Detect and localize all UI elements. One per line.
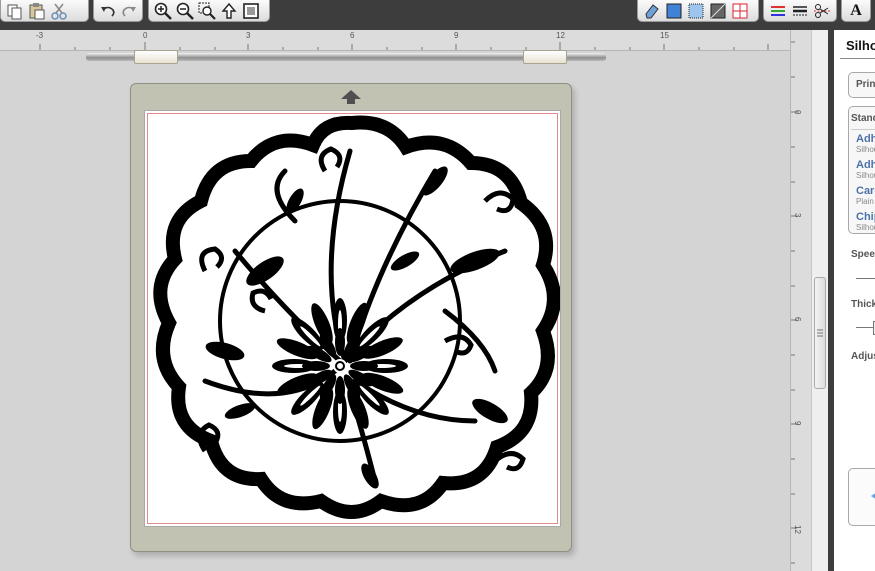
ruler-label: 3 <box>793 213 802 218</box>
speed-slider[interactable] <box>856 278 875 279</box>
text-group: A <box>841 0 871 22</box>
material-item[interactable]: Cardstock Plain <box>849 185 875 209</box>
view-group <box>637 0 759 22</box>
material-sub: Silhouette <box>856 171 875 180</box>
ruler-label: -3 <box>36 31 44 40</box>
ruler-label: 15 <box>660 31 669 40</box>
ruler-label: 3 <box>246 31 251 40</box>
thickness-label: Thickness <box>851 299 875 310</box>
right-roller-grip[interactable] <box>523 50 567 64</box>
paste-icon[interactable] <box>27 1 47 21</box>
styles-group <box>763 0 837 22</box>
material-sub: Silhouette <box>856 145 875 154</box>
print-section[interactable]: Print <box>848 72 875 98</box>
adjust-label: Adjust <box>851 351 875 362</box>
ruler-label: 6 <box>350 31 355 40</box>
ruler-label: 12 <box>793 525 802 534</box>
panel-title-underline <box>840 58 875 59</box>
material-list: Standard Adhesive Silhouette Adhesive Si… <box>848 106 875 234</box>
canvas-vertical-scrollbar[interactable] <box>811 30 829 571</box>
grid-panel-icon[interactable] <box>730 1 750 21</box>
fill-panel-icon[interactable] <box>664 1 684 21</box>
material-name: Adhesive <box>856 159 875 171</box>
cutter-roller-bar <box>86 50 606 64</box>
pattern-panel-icon[interactable] <box>686 1 706 21</box>
history-group <box>93 0 143 22</box>
grip-lines-icon <box>817 329 823 337</box>
ruler-label: 9 <box>454 31 459 40</box>
ruler-label: 0 <box>793 110 802 115</box>
ruler-label: 6 <box>793 317 802 322</box>
material-sub: Plain <box>856 197 874 206</box>
pan-icon[interactable] <box>219 1 239 21</box>
material-name: Adhesive <box>856 133 875 145</box>
cut-style-icon[interactable] <box>812 1 832 21</box>
ruler-label: 9 <box>793 421 802 426</box>
cutting-mat <box>130 83 572 552</box>
main-toolbar: A <box>0 0 875 30</box>
fit-page-icon[interactable] <box>241 1 261 21</box>
material-sub: Silhouette <box>856 223 875 232</box>
ruler-label: 0 <box>143 31 148 40</box>
vertical-ruler: 0 3 6 9 12 <box>790 30 811 571</box>
material-name: Cardstock <box>856 185 875 197</box>
material-item[interactable]: Chipboard Silhouette <box>849 211 875 233</box>
redo-icon[interactable] <box>119 1 138 21</box>
scrollbar-thumb[interactable] <box>814 277 826 389</box>
speed-label: Speed <box>851 249 875 260</box>
undo-icon[interactable] <box>98 1 117 21</box>
load-direction-arrow-icon <box>341 90 361 104</box>
copy-icon[interactable] <box>5 1 25 21</box>
ruler-label: 12 <box>556 31 565 40</box>
zoom-in-icon[interactable] <box>153 1 173 21</box>
zoom-select-icon[interactable] <box>197 1 217 21</box>
horizontal-ruler: -3 0 3 6 9 12 15 <box>0 30 810 51</box>
zoom-out-icon[interactable] <box>175 1 195 21</box>
eraser-icon[interactable] <box>642 1 662 21</box>
clipboard-group <box>0 0 89 22</box>
cut-settings-panel: Silhouette Print Standard Adhesive Silho… <box>834 30 875 571</box>
print-label: Print <box>856 79 875 90</box>
material-item[interactable]: Adhesive Silhouette <box>849 159 875 183</box>
text-tool-icon[interactable]: A <box>846 1 866 21</box>
media-sheet <box>144 110 561 527</box>
horizontal-ruler-ticks <box>39 42 769 50</box>
material-item[interactable]: Adhesive Silhouette <box>849 133 875 157</box>
section-divider <box>851 129 875 130</box>
cut-icon[interactable] <box>49 1 69 21</box>
line-color-icon[interactable] <box>768 1 788 21</box>
cut-preview-box[interactable] <box>848 468 875 526</box>
material-section-label: Standard <box>851 113 875 124</box>
left-roller-grip[interactable] <box>134 50 178 64</box>
arrow-left-icon <box>871 493 875 499</box>
line-style-icon[interactable] <box>708 1 728 21</box>
material-name: Chipboard <box>856 211 875 223</box>
panel-title: Silhouette <box>846 38 875 53</box>
chrysanthemum-medallion-design[interactable] <box>145 111 560 526</box>
line-style-list-icon[interactable] <box>790 1 810 21</box>
zoom-group <box>148 0 270 22</box>
